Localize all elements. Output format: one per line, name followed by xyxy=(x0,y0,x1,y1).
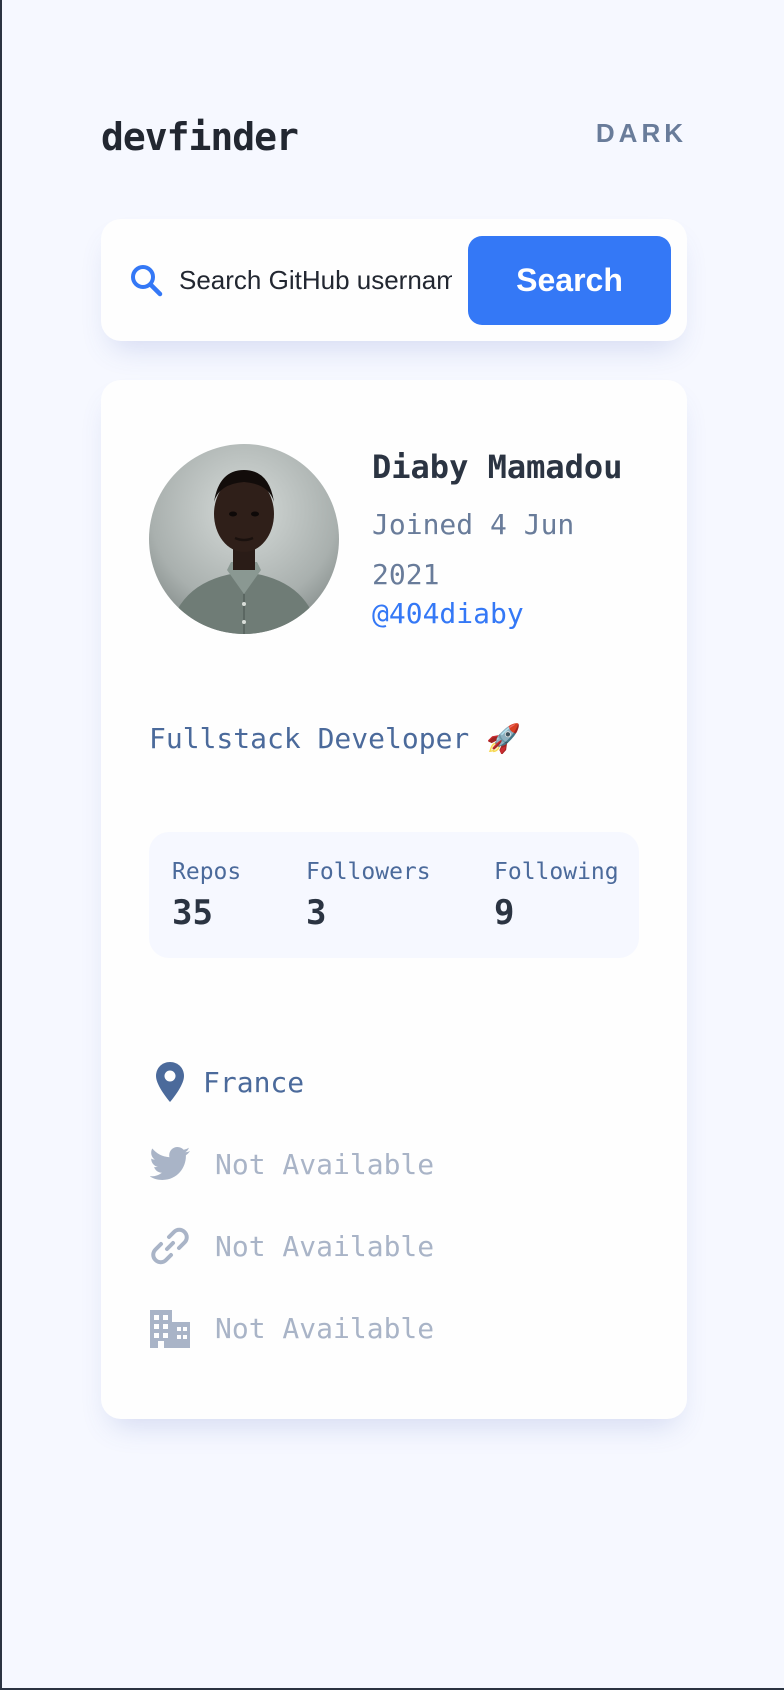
stat-label: Followers xyxy=(306,859,431,885)
joined-date: Joined 4 Jun 2021 xyxy=(372,500,602,600)
twitter-row: Not Available xyxy=(149,1142,434,1186)
joined-line-2: 2021 xyxy=(372,558,440,591)
app-logo: devfinder xyxy=(101,115,299,159)
blog-text: Not Available xyxy=(215,1229,435,1263)
blog-row: Not Available xyxy=(149,1224,434,1268)
user-name: Diaby Mamadou xyxy=(372,448,623,486)
stat-value: 3 xyxy=(306,893,327,933)
stat-value: 35 xyxy=(172,893,213,933)
joined-line-1: Joined 4 Jun xyxy=(372,508,575,541)
search-icon xyxy=(129,263,163,297)
stat-followers: Followers 3 xyxy=(306,859,431,933)
search-input[interactable] xyxy=(179,264,452,296)
link-icon xyxy=(149,1224,191,1268)
location-pin-icon xyxy=(149,1060,191,1104)
company-row: Not Available xyxy=(149,1306,434,1350)
app-header: devfinder DARK xyxy=(101,112,687,162)
stat-following: Following 9 xyxy=(494,859,619,933)
search-button[interactable]: Search xyxy=(468,235,671,325)
stat-value: 9 xyxy=(494,893,515,933)
profile-card: Diaby Mamadou Joined 4 Jun 2021 @404diab… xyxy=(101,380,687,1419)
avatar xyxy=(149,444,339,634)
app-frame: devfinder DARK Search GitHub username… S… xyxy=(0,0,784,1690)
stat-label: Following xyxy=(494,859,619,885)
stat-label: Repos xyxy=(172,859,242,885)
twitter-icon xyxy=(149,1142,191,1186)
twitter-text: Not Available xyxy=(215,1147,435,1181)
stats-panel: Repos 35 Followers 3 Following 9 xyxy=(149,832,639,958)
user-bio: Fullstack Developer 🚀 xyxy=(149,722,522,755)
company-text: Not Available xyxy=(215,1311,435,1345)
username-link[interactable]: @404diaby xyxy=(372,597,524,630)
search-bar: Search xyxy=(101,219,687,341)
location-row: France xyxy=(149,1060,304,1104)
location-text: France xyxy=(203,1065,305,1099)
theme-toggle-button[interactable]: DARK xyxy=(596,118,687,149)
stat-repos: Repos 35 xyxy=(172,859,241,933)
building-icon xyxy=(149,1306,191,1350)
